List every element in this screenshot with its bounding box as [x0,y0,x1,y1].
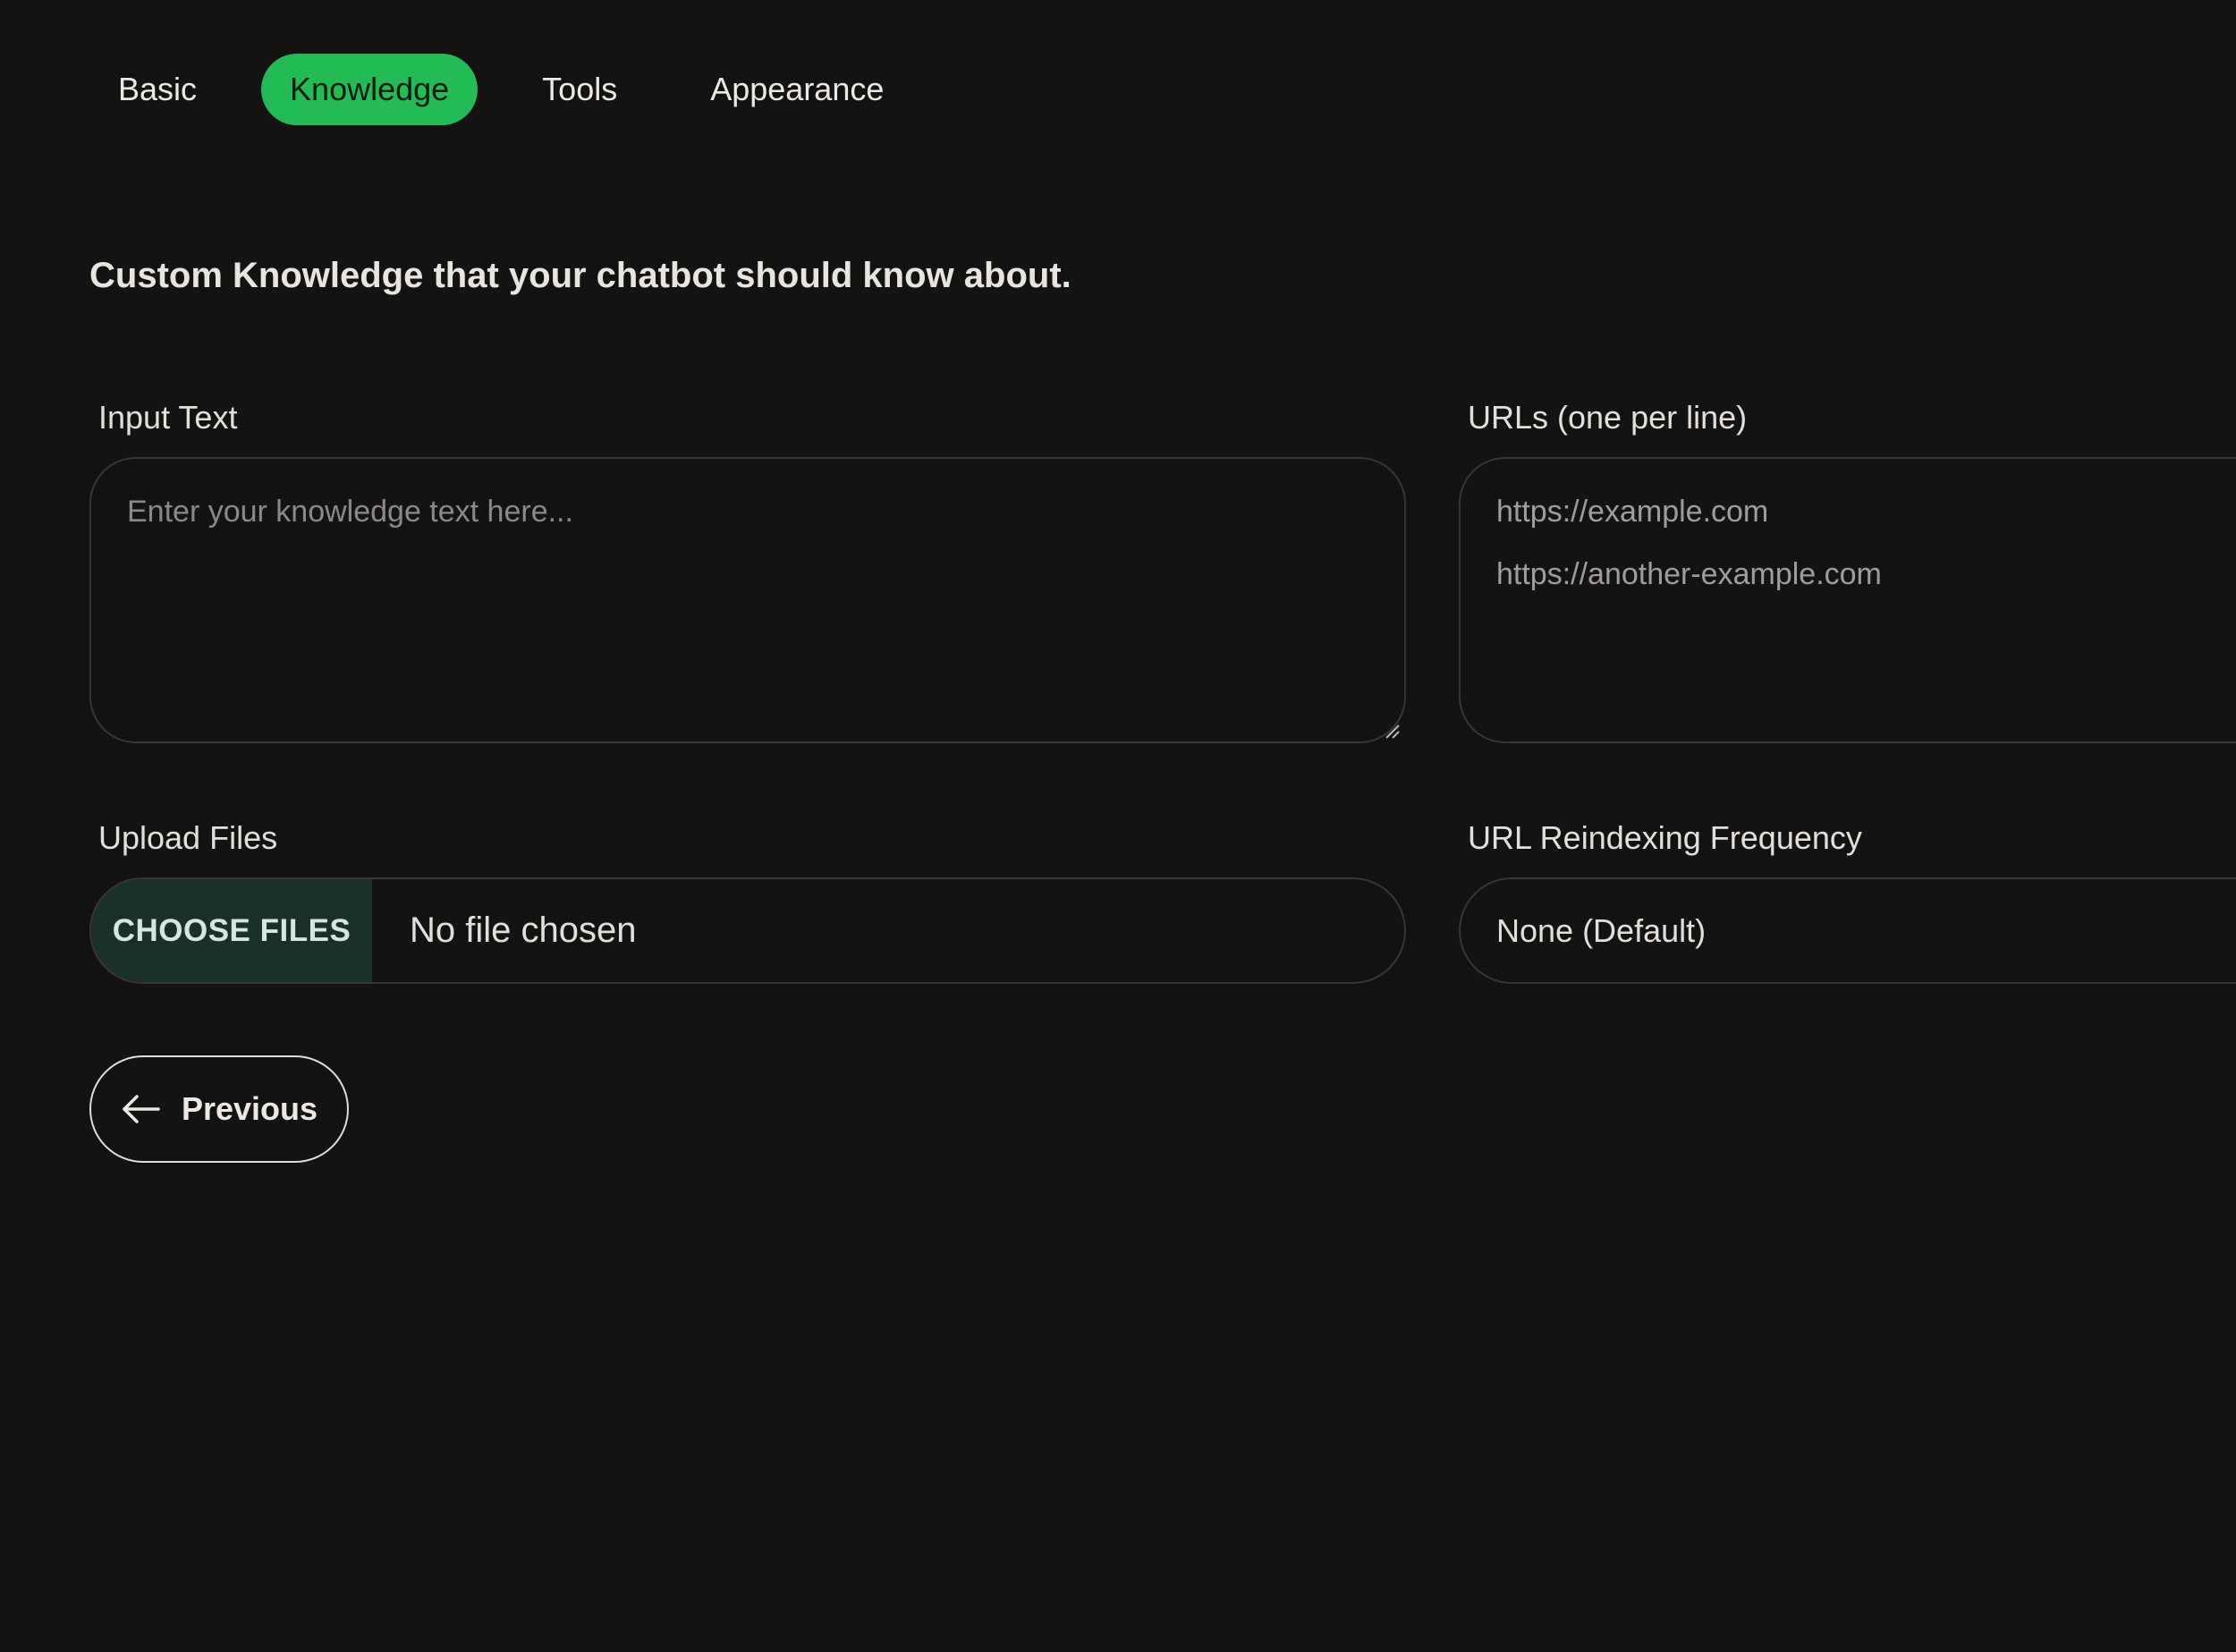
knowledge-settings-page: Basic Knowledge Tools Appearance Custom … [0,0,2236,1652]
upload-files-label: Upload Files [98,819,278,856]
input-text-label: Input Text [98,399,238,436]
previous-button-label: Previous [181,1090,318,1127]
tab-tools[interactable]: Tools [513,54,646,125]
reindex-frequency-label: URL Reindexing Frequency [1468,819,1862,856]
settings-tabs: Basic Knowledge Tools Appearance [89,54,948,125]
tab-basic[interactable]: Basic [89,54,225,125]
file-upload-input[interactable]: CHOOSE FILES No file chosen [89,877,1406,984]
tab-knowledge[interactable]: Knowledge [261,54,479,125]
file-status-text: No file chosen [410,911,637,950]
reindex-frequency-value: None (Default) [1496,911,1707,949]
urls-text-area[interactable]: https://example.com https://another-exam… [1459,457,2236,743]
arrow-left-icon [123,1095,160,1123]
resize-handle-icon[interactable] [1383,722,1401,740]
knowledge-text-area[interactable]: Enter your knowledge text here... [89,457,1406,743]
knowledge-text-placeholder: Enter your knowledge text here... [127,495,573,529]
previous-button[interactable]: Previous [89,1055,349,1163]
tab-appearance[interactable]: Appearance [682,54,912,125]
urls-label: URLs (one per line) [1468,399,1748,436]
reindex-frequency-select[interactable]: None (Default) [1459,877,2236,984]
section-heading: Custom Knowledge that your chatbot shoul… [89,256,1071,295]
url-line: https://example.com [1496,495,1769,529]
choose-files-button[interactable]: CHOOSE FILES [91,879,372,982]
url-line: https://another-example.com [1496,557,1882,591]
